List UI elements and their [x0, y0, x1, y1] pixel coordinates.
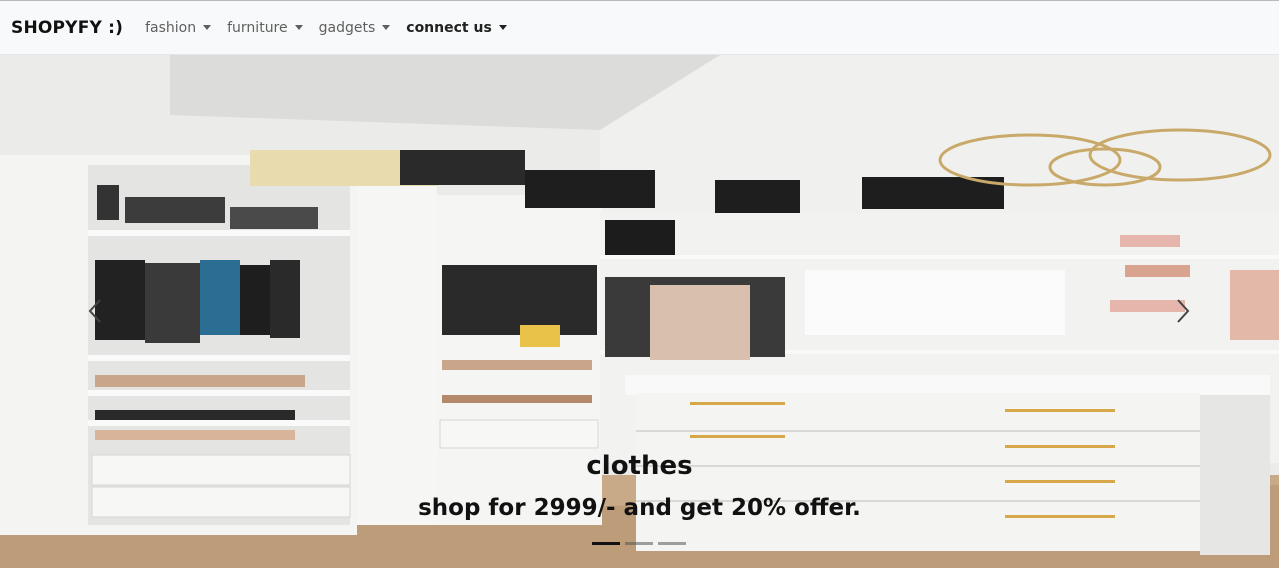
carousel-indicator[interactable] [658, 542, 686, 545]
carousel-caption-text: shop for 2999/- and get 20% offer. [418, 495, 861, 521]
carousel-caption-title: clothes [586, 451, 693, 481]
caret-down-icon [203, 25, 212, 30]
nav-dropdown-furniture[interactable]: furniture [227, 20, 303, 36]
chevron-left-icon [88, 299, 101, 323]
brand-logo[interactable]: SHOPYFY :) [11, 18, 123, 38]
navbar: SHOPYFY :) fashion furniture gadgets con… [0, 0, 1279, 55]
wardrobe-slide-image [0, 55, 1279, 568]
carousel-indicators [592, 542, 691, 545]
hero-carousel: clothes shop for 2999/- and get 20% offe… [0, 55, 1279, 568]
nav-dropdown-fashion[interactable]: fashion [145, 19, 212, 36]
nav-label-furniture: furniture [227, 19, 288, 36]
caret-down-icon [382, 25, 391, 30]
nav-dropdown-gadgets[interactable]: gadgets [319, 20, 391, 36]
carousel-indicator[interactable] [592, 542, 620, 545]
nav-label-gadgets: gadgets [318, 19, 376, 36]
caret-down-icon [294, 25, 303, 30]
carousel-next-button[interactable] [1166, 291, 1200, 331]
carousel-indicator[interactable] [625, 542, 653, 545]
chevron-right-icon [1177, 299, 1190, 323]
nav-dropdown-connect-us[interactable]: connect us [406, 20, 507, 36]
nav-label-fashion: fashion [145, 19, 197, 36]
caret-down-icon [498, 25, 507, 30]
carousel-prev-button[interactable] [78, 291, 112, 331]
nav-label-connect-us: connect us [406, 19, 492, 36]
